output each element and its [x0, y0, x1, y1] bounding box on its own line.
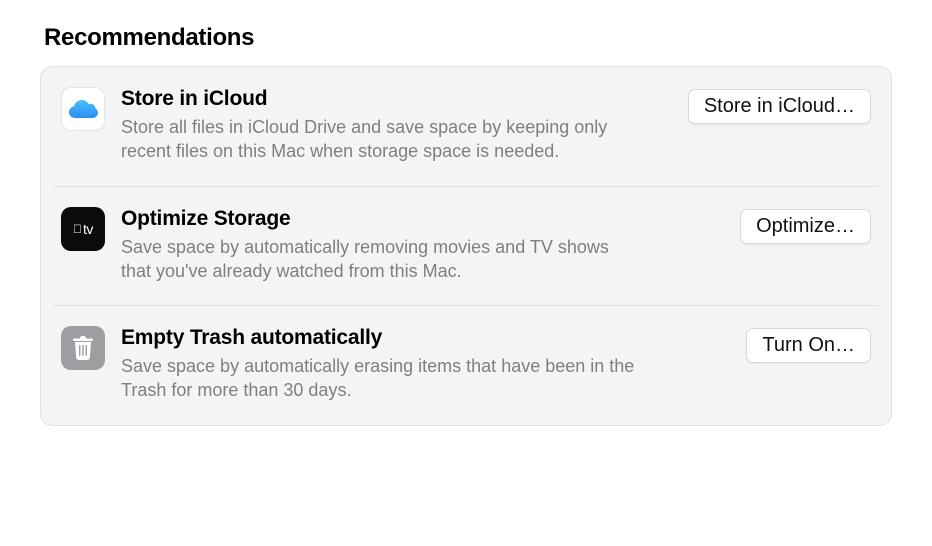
recommendation-text: Empty Trash automatically Save space by … [121, 326, 730, 403]
optimize-button[interactable]: Optimize… [740, 209, 871, 244]
recommendation-row: tv Optimize Storage Save space by autom… [41, 187, 891, 306]
recommendation-text: Store in iCloud Store all files in iClou… [121, 87, 672, 164]
recommendation-row: Empty Trash automatically Save space by … [41, 306, 891, 425]
section-title: Recommendations [44, 24, 892, 52]
recommendation-description: Save space by automatically erasing item… [121, 354, 641, 403]
icloud-icon [61, 87, 105, 131]
recommendation-description: Store all files in iCloud Drive and save… [121, 115, 641, 164]
turn-on-button[interactable]: Turn On… [746, 328, 871, 363]
recommendation-title: Store in iCloud [121, 87, 664, 111]
recommendation-title: Optimize Storage [121, 207, 716, 231]
recommendation-row: Store in iCloud Store all files in iClou… [41, 67, 891, 186]
recommendations-panel: Store in iCloud Store all files in iClou… [40, 66, 892, 426]
recommendation-text: Optimize Storage Save space by automatic… [121, 207, 724, 284]
trash-icon [61, 326, 105, 370]
store-in-icloud-button[interactable]: Store in iCloud… [688, 89, 871, 124]
recommendation-description: Save space by automatically removing mov… [121, 235, 641, 284]
apple-tv-icon: tv [61, 207, 105, 251]
recommendation-title: Empty Trash automatically [121, 326, 722, 350]
